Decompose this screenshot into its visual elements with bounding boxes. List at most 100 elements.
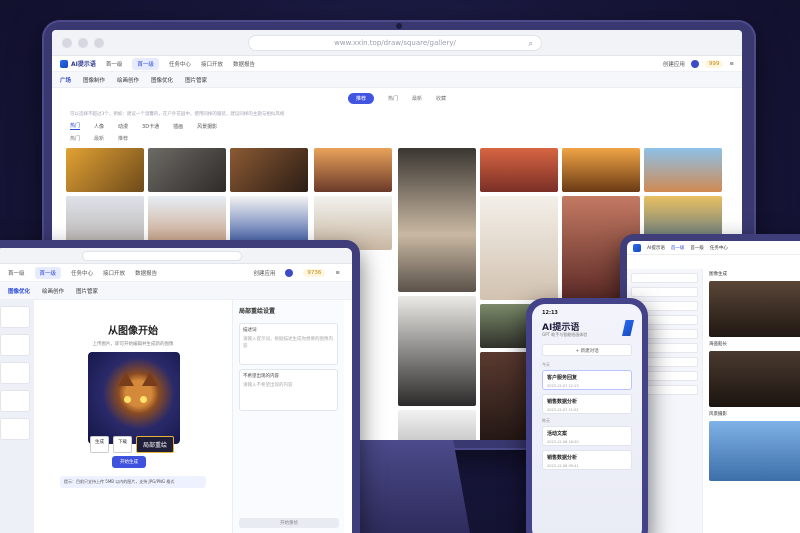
segment[interactable]: 最新 bbox=[412, 95, 422, 102]
result-label: 风景摄影 bbox=[709, 412, 727, 417]
nav-item[interactable]: 首一级 bbox=[8, 269, 25, 277]
nav-item[interactable]: 首一级 bbox=[690, 245, 704, 251]
window-dot[interactable] bbox=[94, 38, 104, 48]
sort-option[interactable]: 最新 bbox=[94, 135, 104, 142]
filter[interactable]: 3D卡通 bbox=[142, 123, 159, 130]
tool-tab[interactable]: 图像优化 bbox=[151, 76, 173, 84]
tool-tab[interactable]: 图片管家 bbox=[185, 76, 207, 84]
menu-icon[interactable]: ≡ bbox=[729, 61, 734, 67]
coin-balance[interactable]: 999 bbox=[704, 59, 724, 68]
inpaint-button[interactable]: 局部重绘 bbox=[136, 436, 175, 453]
history-card[interactable] bbox=[0, 418, 30, 440]
nav-item[interactable]: 接口开放 bbox=[103, 269, 125, 277]
gallery-image[interactable] bbox=[562, 148, 640, 192]
generate-button[interactable]: 开始生成 bbox=[112, 456, 146, 468]
gallery-image[interactable] bbox=[398, 148, 476, 292]
chat-card[interactable]: 销售数据分析 2023-12-07 11:02 bbox=[542, 394, 632, 414]
sort-option[interactable]: 热门 bbox=[70, 135, 80, 142]
tablet-browser-bar bbox=[0, 248, 352, 264]
nav-item[interactable]: 数据报告 bbox=[233, 60, 255, 68]
nav-item[interactable]: 首一级 bbox=[106, 60, 123, 68]
nav-item[interactable]: 任务中心 bbox=[71, 269, 93, 277]
tip-banner: 提示：目前只支持上传 5MB 以内的图片，支持 JPG/PNG 格式 bbox=[60, 476, 206, 488]
create-app-link[interactable]: 创建应用 bbox=[663, 60, 685, 68]
history-card[interactable] bbox=[0, 362, 30, 384]
gallery-image[interactable] bbox=[644, 148, 722, 192]
result-image[interactable] bbox=[709, 281, 800, 337]
result-image[interactable] bbox=[709, 351, 800, 407]
create-app-link[interactable]: 创建应用 bbox=[253, 269, 275, 277]
tool-tab[interactable]: 图像制作 bbox=[83, 76, 105, 84]
new-chat-button[interactable]: + 新建对话 bbox=[542, 344, 632, 356]
window-dot[interactable] bbox=[78, 38, 88, 48]
negative-prompt-textarea[interactable]: 不希望出现的内容 请输入不希望出现的内容 bbox=[239, 369, 338, 411]
list-item[interactable] bbox=[631, 273, 698, 283]
filter[interactable]: 动漫 bbox=[118, 123, 128, 130]
gallery-image[interactable] bbox=[480, 148, 558, 192]
result-image[interactable] bbox=[709, 421, 800, 481]
sort-option[interactable]: 推荐 bbox=[118, 135, 128, 142]
uploaded-image[interactable] bbox=[88, 352, 180, 444]
gallery-image[interactable] bbox=[398, 410, 476, 440]
chat-card[interactable]: 销售数据分析 2023-12-06 09:41 bbox=[542, 450, 632, 470]
history-card[interactable] bbox=[0, 306, 30, 328]
avatar[interactable] bbox=[285, 268, 294, 277]
avatar[interactable] bbox=[690, 59, 699, 68]
gallery-image[interactable] bbox=[148, 148, 226, 192]
filter[interactable]: 插画 bbox=[173, 123, 183, 130]
image-action-button[interactable]: 生成 bbox=[90, 436, 109, 453]
cat-eye bbox=[124, 396, 131, 403]
chat-time: 2023-12-06 18:20 bbox=[547, 440, 579, 444]
filter[interactable]: 人像 bbox=[94, 123, 104, 130]
start-inpaint-button[interactable]: 开始重绘 bbox=[239, 518, 339, 528]
tool-tab[interactable]: 图片管家 bbox=[76, 287, 98, 295]
list-item[interactable] bbox=[631, 287, 698, 297]
search-hint[interactable]: 可以选择不超过3个，例如：建议一个温馨的，在户外花园中，使用同样的服装，建议同样… bbox=[52, 108, 742, 120]
gallery-image[interactable] bbox=[398, 296, 476, 406]
nav-item-active[interactable]: 首一级 bbox=[132, 57, 159, 70]
url-bar[interactable]: www.xxin.top/draw/square/gallery/ ⌕ bbox=[248, 35, 542, 51]
status-time: 12:13 bbox=[542, 310, 558, 316]
group-label: 昨天 bbox=[542, 418, 550, 423]
segment[interactable]: 收藏 bbox=[436, 95, 446, 102]
nav-item[interactable]: 接口开放 bbox=[201, 60, 223, 68]
history-card[interactable] bbox=[0, 334, 30, 356]
url-text: www.xxin.top/draw/square/gallery/ bbox=[334, 39, 456, 47]
search-icon[interactable]: ⌕ bbox=[529, 39, 533, 49]
filter[interactable]: 风景摄影 bbox=[197, 123, 217, 130]
tablet-url-bar[interactable] bbox=[82, 251, 242, 261]
chat-card-active[interactable]: 客户服务回复 2023-12-07 12:13 bbox=[542, 370, 632, 390]
page-title: 从图像开始 bbox=[108, 326, 158, 337]
history-card[interactable] bbox=[0, 390, 30, 412]
nav-item[interactable]: 数据报告 bbox=[135, 269, 157, 277]
nav-item-active[interactable]: 首一级 bbox=[34, 266, 62, 279]
image-action-button[interactable]: 下载 bbox=[113, 436, 132, 453]
nav-item[interactable]: 任务中心 bbox=[169, 60, 191, 68]
prompt-textarea[interactable]: 描述词 请输入提示词，根据描述生成你想要的图像内容 bbox=[239, 323, 338, 365]
coin-balance[interactable]: 9736 bbox=[303, 268, 326, 277]
tool-tab[interactable]: 绘画创作 bbox=[42, 287, 64, 295]
chat-card[interactable]: 活动文案 2023-12-06 18:20 bbox=[542, 426, 632, 446]
segment[interactable]: 热门 bbox=[388, 95, 398, 102]
nav-item-active[interactable]: 首一级 bbox=[671, 245, 685, 251]
tool-tab-active[interactable]: 图像优化 bbox=[8, 287, 30, 295]
gallery-image[interactable] bbox=[480, 196, 558, 300]
brand-name[interactable]: AI提示语 bbox=[647, 245, 665, 251]
nav-item[interactable]: 任务中心 bbox=[710, 245, 728, 251]
menu-icon[interactable]: ≡ bbox=[335, 270, 340, 276]
tool-tab[interactable]: 绘画创作 bbox=[117, 76, 139, 84]
negative-placeholder: 请输入不希望出现的内容 bbox=[243, 383, 293, 388]
brand-logo[interactable]: AI提示语 bbox=[60, 59, 96, 68]
tool-tab-active[interactable]: 广场 bbox=[60, 76, 71, 84]
brand-mark-icon bbox=[60, 59, 68, 68]
gallery-image[interactable] bbox=[314, 148, 392, 192]
gallery-image[interactable] bbox=[230, 148, 308, 192]
phone-screen: 12:13 AI提示语 GPT 助手与智能绘画体验 + 新建对话 今天 客户服务… bbox=[532, 304, 642, 533]
segment-active[interactable]: 推荐 bbox=[347, 92, 374, 104]
tablet-tools: 图像优化 绘画创作 图片管家 bbox=[0, 282, 352, 300]
prompt-label: 描述词 bbox=[243, 328, 257, 333]
filter-active[interactable]: 热门 bbox=[70, 122, 81, 130]
window-dot[interactable] bbox=[62, 38, 72, 48]
tablet-screen: 首一级 首一级 任务中心 接口开放 数据报告 创建应用 9736 ≡ 图像优化 … bbox=[0, 248, 352, 533]
gallery-image[interactable] bbox=[66, 148, 144, 192]
